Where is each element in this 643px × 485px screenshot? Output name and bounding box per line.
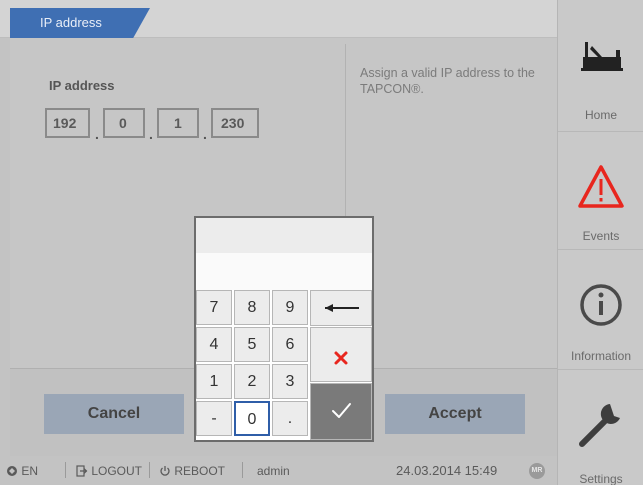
keypad-key-6[interactable]: 6 <box>272 327 308 362</box>
logout-button[interactable]: LOGOUT <box>76 464 142 478</box>
reboot-label: REBOOT <box>174 464 226 478</box>
status-separator <box>149 462 150 478</box>
x-icon <box>334 351 348 365</box>
keypad-confirm-button[interactable] <box>310 383 372 440</box>
ip-separator: . <box>149 126 153 142</box>
ip-address-label: IP address <box>49 78 115 93</box>
keypad-display-header <box>196 218 372 253</box>
keypad-key-2[interactable]: 2 <box>234 364 270 399</box>
ip-octet-3[interactable]: 1 <box>157 108 199 138</box>
status-bar: EN LOGOUT REBOOT admin 24.03.2014 15:49 <box>0 456 557 485</box>
status-separator <box>242 462 243 478</box>
ip-octet-2[interactable]: 0 <box>103 108 145 138</box>
ip-separator: . <box>95 126 99 142</box>
wrench-icon <box>579 404 620 447</box>
info-circle-icon <box>580 284 622 326</box>
keypad-input-display[interactable] <box>196 253 372 290</box>
accept-button[interactable]: Accept <box>385 394 525 434</box>
keypad-clear-button[interactable] <box>310 327 372 382</box>
sidebar-item-label: Home <box>584 108 617 122</box>
keypad-key-4[interactable]: 4 <box>196 327 232 362</box>
sidebar: Home Events Information Settings <box>557 0 643 485</box>
arrow-left-icon <box>325 304 359 312</box>
keypad-backspace-button[interactable] <box>310 290 372 326</box>
ip-octet-4[interactable]: 230 <box>211 108 259 138</box>
tab-ip-address[interactable]: IP address <box>10 8 150 38</box>
ip-octet-1[interactable]: 192 <box>45 108 90 138</box>
keypad-key-7[interactable]: 7 <box>196 290 232 325</box>
language-label: EN <box>21 464 39 478</box>
power-icon <box>160 466 170 476</box>
ip-separator: . <box>203 126 207 142</box>
sidebar-item-settings[interactable]: Settings <box>558 370 643 485</box>
help-text: Assign a valid IP address to the TAPCON®… <box>360 66 535 96</box>
numeric-keypad: 7 8 9 4 5 6 1 2 3 - 0 . <box>194 216 374 442</box>
tab-bar: IP address <box>0 0 557 38</box>
logout-label: LOGOUT <box>91 464 143 478</box>
cancel-button[interactable]: Cancel <box>44 394 184 434</box>
status-separator <box>65 462 66 478</box>
sidebar-item-events[interactable]: Events <box>558 132 643 250</box>
globe-icon <box>7 466 17 476</box>
language-selector[interactable]: EN <box>6 464 38 478</box>
keypad-key-dot[interactable]: . <box>272 401 308 436</box>
keypad-key-5[interactable]: 5 <box>234 327 270 362</box>
keypad-key-9[interactable]: 9 <box>272 290 308 325</box>
keypad-key-3[interactable]: 3 <box>272 364 308 399</box>
keypad-key-minus[interactable]: - <box>196 401 232 436</box>
keypad-key-0[interactable]: 0 <box>234 401 270 436</box>
current-user: admin <box>257 464 290 478</box>
keypad-key-1[interactable]: 1 <box>196 364 232 399</box>
device-home-icon <box>581 42 623 71</box>
sidebar-item-label: Settings <box>579 472 623 485</box>
datetime: 24.03.2014 15:49 <box>396 463 498 478</box>
checkmark-icon <box>332 403 351 418</box>
sidebar-item-home[interactable]: Home <box>558 10 643 132</box>
logout-icon <box>76 465 88 477</box>
sidebar-item-label: Events <box>582 229 620 243</box>
mr-logo-badge: MR <box>529 463 545 479</box>
sidebar-item-label: Information <box>570 349 632 363</box>
sidebar-item-information[interactable]: Information <box>558 250 643 370</box>
reboot-button[interactable]: REBOOT <box>159 464 225 478</box>
warning-triangle-icon <box>578 165 624 208</box>
keypad-key-8[interactable]: 8 <box>234 290 270 325</box>
